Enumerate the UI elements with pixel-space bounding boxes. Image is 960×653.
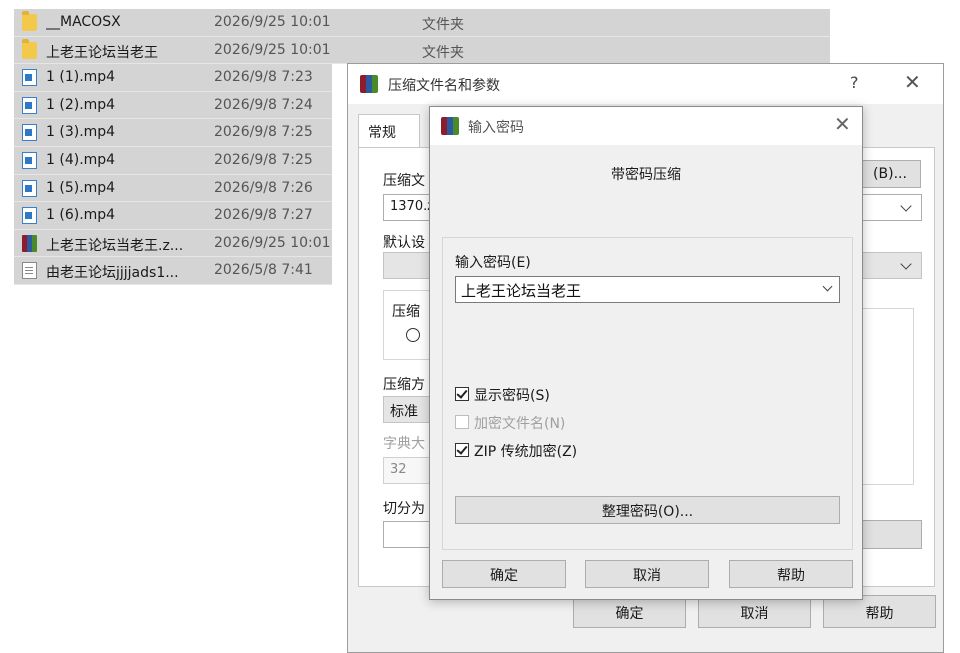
- winrar-app-icon: [360, 75, 378, 93]
- archive-format-group: 压缩: [383, 290, 433, 360]
- default-profile-label: 默认设: [383, 235, 425, 251]
- file-date: 2026/5/8 7:41: [214, 262, 313, 279]
- close-icon[interactable]: ✕: [834, 112, 851, 136]
- file-name: __MACOSX: [46, 14, 121, 30]
- file-name: 上老王论坛当老王.z...: [46, 237, 184, 254]
- file-date: 2026/9/25 10:01: [214, 234, 331, 251]
- video-file-icon: [22, 151, 37, 169]
- video-file-icon: [22, 207, 37, 225]
- archive-name-label: 压缩文: [383, 173, 425, 189]
- file-name: 1 (1).mp4: [46, 69, 116, 86]
- compression-method-label: 压缩方: [383, 377, 425, 393]
- dialog-titlebar: 压缩文件名和参数 ? ✕: [348, 64, 943, 104]
- file-type: 文件夹: [422, 17, 464, 33]
- file-name: 上老王论坛当老王: [46, 44, 158, 61]
- browse-button[interactable]: (B)...: [859, 160, 921, 188]
- file-row[interactable]: __MACOSX 2026/9/25 10:01 文件夹: [14, 9, 830, 37]
- file-date: 2026/9/8 7:24: [214, 96, 313, 113]
- dialog-title: 压缩文件名和参数: [388, 78, 500, 94]
- folder-icon: [22, 38, 37, 59]
- dictionary-size-label: 字典大: [383, 436, 425, 452]
- password-dialog-titlebar: 输入密码 ✕: [430, 107, 862, 145]
- file-name: 1 (4).mp4: [46, 151, 116, 168]
- close-icon[interactable]: ✕: [904, 70, 921, 94]
- options-group: [859, 308, 914, 485]
- dictionary-size-value: 32: [390, 462, 407, 477]
- encrypt-filenames-checkbox[interactable]: [455, 415, 469, 429]
- file-row[interactable]: 上老王论坛当老王.z... 2026/9/25 10:01: [14, 229, 332, 258]
- video-file-icon: [22, 179, 37, 197]
- file-name: 1 (6).mp4: [46, 207, 116, 224]
- tab-general[interactable]: 常规: [358, 114, 420, 148]
- file-row[interactable]: 1 (5).mp4 2026/9/8 7:26: [14, 174, 332, 203]
- archive-name-value: 1370.z: [390, 199, 435, 214]
- file-row[interactable]: 1 (2).mp4 2026/9/8 7:24: [14, 91, 332, 120]
- show-password-checkbox[interactable]: [455, 387, 469, 401]
- file-row[interactable]: 上老王论坛当老王 2026/9/25 10:01 文件夹: [14, 36, 830, 65]
- password-group: 输入密码(E) 上老王论坛当老王 显示密码(S) 加密文件名(N) ZIP 传统…: [442, 237, 853, 550]
- file-date: 2026/9/8 7:25: [214, 124, 313, 141]
- password-label: 输入密码(E): [455, 255, 531, 271]
- password-dialog-heading: 带密码压缩: [611, 167, 681, 183]
- rar-archive-icon: [22, 234, 37, 252]
- password-cancel-button[interactable]: 取消: [585, 560, 709, 588]
- password-help-button[interactable]: 帮助: [729, 560, 853, 588]
- file-row[interactable]: 1 (6).mp4 2026/9/8 7:27: [14, 202, 332, 230]
- chevron-down-icon[interactable]: [822, 281, 833, 292]
- winrar-app-icon: [441, 117, 459, 135]
- zip-legacy-encryption-label: ZIP 传统加密(Z): [474, 444, 578, 460]
- password-dialog-title: 输入密码: [468, 120, 524, 136]
- text-file-icon: [22, 262, 37, 280]
- help-icon[interactable]: ?: [850, 73, 859, 92]
- file-name: 1 (5).mp4: [46, 179, 116, 196]
- password-input[interactable]: 上老王论坛当老王: [455, 276, 840, 303]
- folder-icon: [22, 11, 37, 31]
- tab-general-label: 常规: [368, 125, 396, 141]
- file-name: 1 (3).mp4: [46, 124, 116, 141]
- password-ok-button[interactable]: 确定: [442, 560, 566, 588]
- file-name: 1 (2).mp4: [46, 96, 116, 113]
- file-type: 文件夹: [422, 44, 464, 61]
- archive-format-label: 压缩: [392, 304, 420, 320]
- file-date: 2026/9/8 7:25: [214, 151, 313, 168]
- zip-legacy-encryption-checkbox[interactable]: [455, 443, 469, 457]
- video-file-icon: [22, 96, 37, 114]
- format-radio[interactable]: [406, 328, 420, 342]
- video-file-icon: [22, 124, 37, 142]
- file-date: 2026/9/25 10:01: [214, 41, 331, 58]
- video-file-icon: [22, 69, 37, 87]
- file-date: 2026/9/8 7:23: [214, 69, 313, 86]
- password-value: 上老王论坛当老王: [461, 282, 582, 300]
- chevron-down-icon[interactable]: [900, 258, 912, 270]
- file-row[interactable]: 1 (1).mp4 2026/9/8 7:23: [14, 64, 332, 92]
- chevron-down-icon[interactable]: [900, 200, 912, 212]
- compression-method-value: 标准: [390, 404, 418, 420]
- file-date: 2026/9/8 7:26: [214, 179, 313, 196]
- password-dialog: 输入密码 ✕ 带密码压缩 输入密码(E) 上老王论坛当老王 显示密码(S) 加密…: [429, 106, 863, 600]
- set-password-button[interactable]: [859, 520, 922, 549]
- split-volume-label: 切分为: [383, 501, 425, 517]
- file-date: 2026/9/8 7:27: [214, 207, 313, 224]
- file-row[interactable]: 1 (3).mp4 2026/9/8 7:25: [14, 119, 332, 147]
- file-date: 2026/9/25 10:01: [214, 14, 331, 30]
- organize-passwords-button[interactable]: 整理密码(O)...: [455, 496, 840, 524]
- file-name: 由老王论坛jjjjads1...: [46, 265, 179, 282]
- encrypt-filenames-label: 加密文件名(N): [474, 416, 566, 432]
- show-password-label: 显示密码(S): [474, 388, 550, 404]
- file-row[interactable]: 1 (4).mp4 2026/9/8 7:25: [14, 146, 332, 175]
- file-row[interactable]: 由老王论坛jjjjads1... 2026/5/8 7:41: [14, 257, 332, 285]
